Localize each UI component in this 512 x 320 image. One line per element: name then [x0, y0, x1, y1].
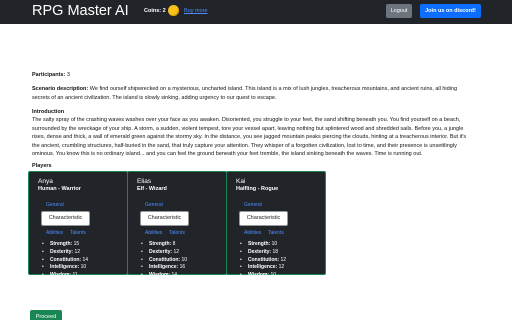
player-card-anya: Anya Human - Warrior General Characteris…	[28, 171, 128, 288]
player-card-kai: Kai Halfling - Rogue General Characteris…	[226, 171, 326, 288]
player-card-elias: Elias Elf - Wizard General Characteristi…	[127, 171, 227, 288]
logout-button[interactable]: Logout	[386, 4, 412, 18]
stat-constitution: Constitution: 14	[42, 257, 88, 265]
stat-dexterity: Dexterity: 12	[42, 249, 88, 257]
stat-charisma: Charisma: 15	[240, 280, 286, 288]
stats-list: Strength: 8 Dexterity: 12 Constitution: …	[141, 241, 187, 288]
discord-button[interactable]: Join us on discord!	[420, 4, 481, 18]
proceed-button[interactable]: Proceed	[30, 310, 62, 320]
introduction-line: ominous. You know this is no ordinary is…	[32, 151, 423, 157]
tab-abilities[interactable]: Abilities	[46, 230, 63, 237]
coins-count: Coins: 2	[144, 8, 166, 14]
stat-dexterity: Dexterity: 18	[240, 249, 286, 257]
brand-title[interactable]: RPG Master AI	[32, 2, 129, 20]
player-race-class: Halfling - Rogue	[236, 186, 279, 192]
stat-intelligence: Intelligence: 12	[240, 264, 286, 272]
buy-more-link[interactable]: Buy more	[184, 7, 208, 15]
player-race-class: Elf - Wizard	[137, 186, 167, 192]
stat-intelligence: Intelligence: 10	[42, 264, 88, 272]
tab-characteristic[interactable]: Characteristic	[41, 211, 90, 226]
tab-characteristic[interactable]: Characteristic	[239, 211, 288, 226]
player-race-class: Human - Warrior	[38, 186, 81, 192]
scenario-line-1: We find ourself shipwrecked on a mysteri…	[89, 86, 458, 92]
scenario-description: Scenario description: We find ourself sh…	[32, 85, 492, 93]
introduction-line: the ancient, crumbling structures, half-…	[32, 143, 457, 149]
tab-abilities[interactable]: Abilities	[145, 230, 162, 237]
stat-constitution: Constitution: 12	[240, 257, 286, 265]
stat-intelligence: Intelligence: 16	[141, 264, 187, 272]
stat-constitution: Constitution: 10	[141, 257, 187, 265]
stat-strength: Strength: 10	[240, 241, 286, 249]
tab-abilities[interactable]: Abilities	[244, 230, 261, 237]
tab-talents[interactable]: Talents	[169, 230, 185, 237]
tab-general[interactable]: General	[244, 202, 262, 209]
stat-dexterity: Dexterity: 12	[141, 249, 187, 257]
stat-wisdom: Wisdom: 11	[42, 272, 88, 280]
coin-icon	[168, 5, 179, 16]
introduction-line: rises, dense and thick, a wall of emeral…	[32, 134, 467, 140]
stat-wisdom: Wisdom: 14	[141, 272, 187, 280]
tab-talents[interactable]: Talents	[268, 230, 284, 237]
tab-general[interactable]: General	[46, 202, 64, 209]
stat-strength: Strength: 8	[141, 241, 187, 249]
introduction-heading: Introduction	[32, 109, 65, 115]
introduction-line: surrounded by the wreckage of your ship.…	[32, 126, 464, 132]
stat-strength: Strength: 15	[42, 241, 88, 249]
stats-list: Strength: 10 Dexterity: 18 Constitution:…	[240, 241, 286, 288]
participants-value: 3	[66, 72, 70, 78]
scenario-label: Scenario description:	[32, 86, 89, 92]
tab-general[interactable]: General	[145, 202, 163, 209]
players-heading: Players	[32, 163, 52, 169]
stat-charisma: Charisma: 13	[42, 280, 88, 288]
stat-wisdom: Wisdom: 10	[240, 272, 286, 280]
stat-charisma: Charisma: 12	[141, 280, 187, 288]
introduction-line: The salty spray of the crashing waves wa…	[32, 117, 461, 123]
scenario-line-2: secrets of an ancient civilization. The …	[32, 95, 277, 101]
tab-talents[interactable]: Talents	[70, 230, 86, 237]
players-list: Anya Human - Warrior General Characteris…	[28, 171, 327, 288]
participants-label: Participants:	[32, 72, 66, 78]
tab-characteristic[interactable]: Characteristic	[140, 211, 189, 226]
participants: Participants: 3	[32, 71, 70, 79]
stats-list: Strength: 15 Dexterity: 12 Constitution:…	[42, 241, 88, 288]
navbar: RPG Master AI Coins: 2 Buy more Logout J…	[0, 0, 512, 24]
